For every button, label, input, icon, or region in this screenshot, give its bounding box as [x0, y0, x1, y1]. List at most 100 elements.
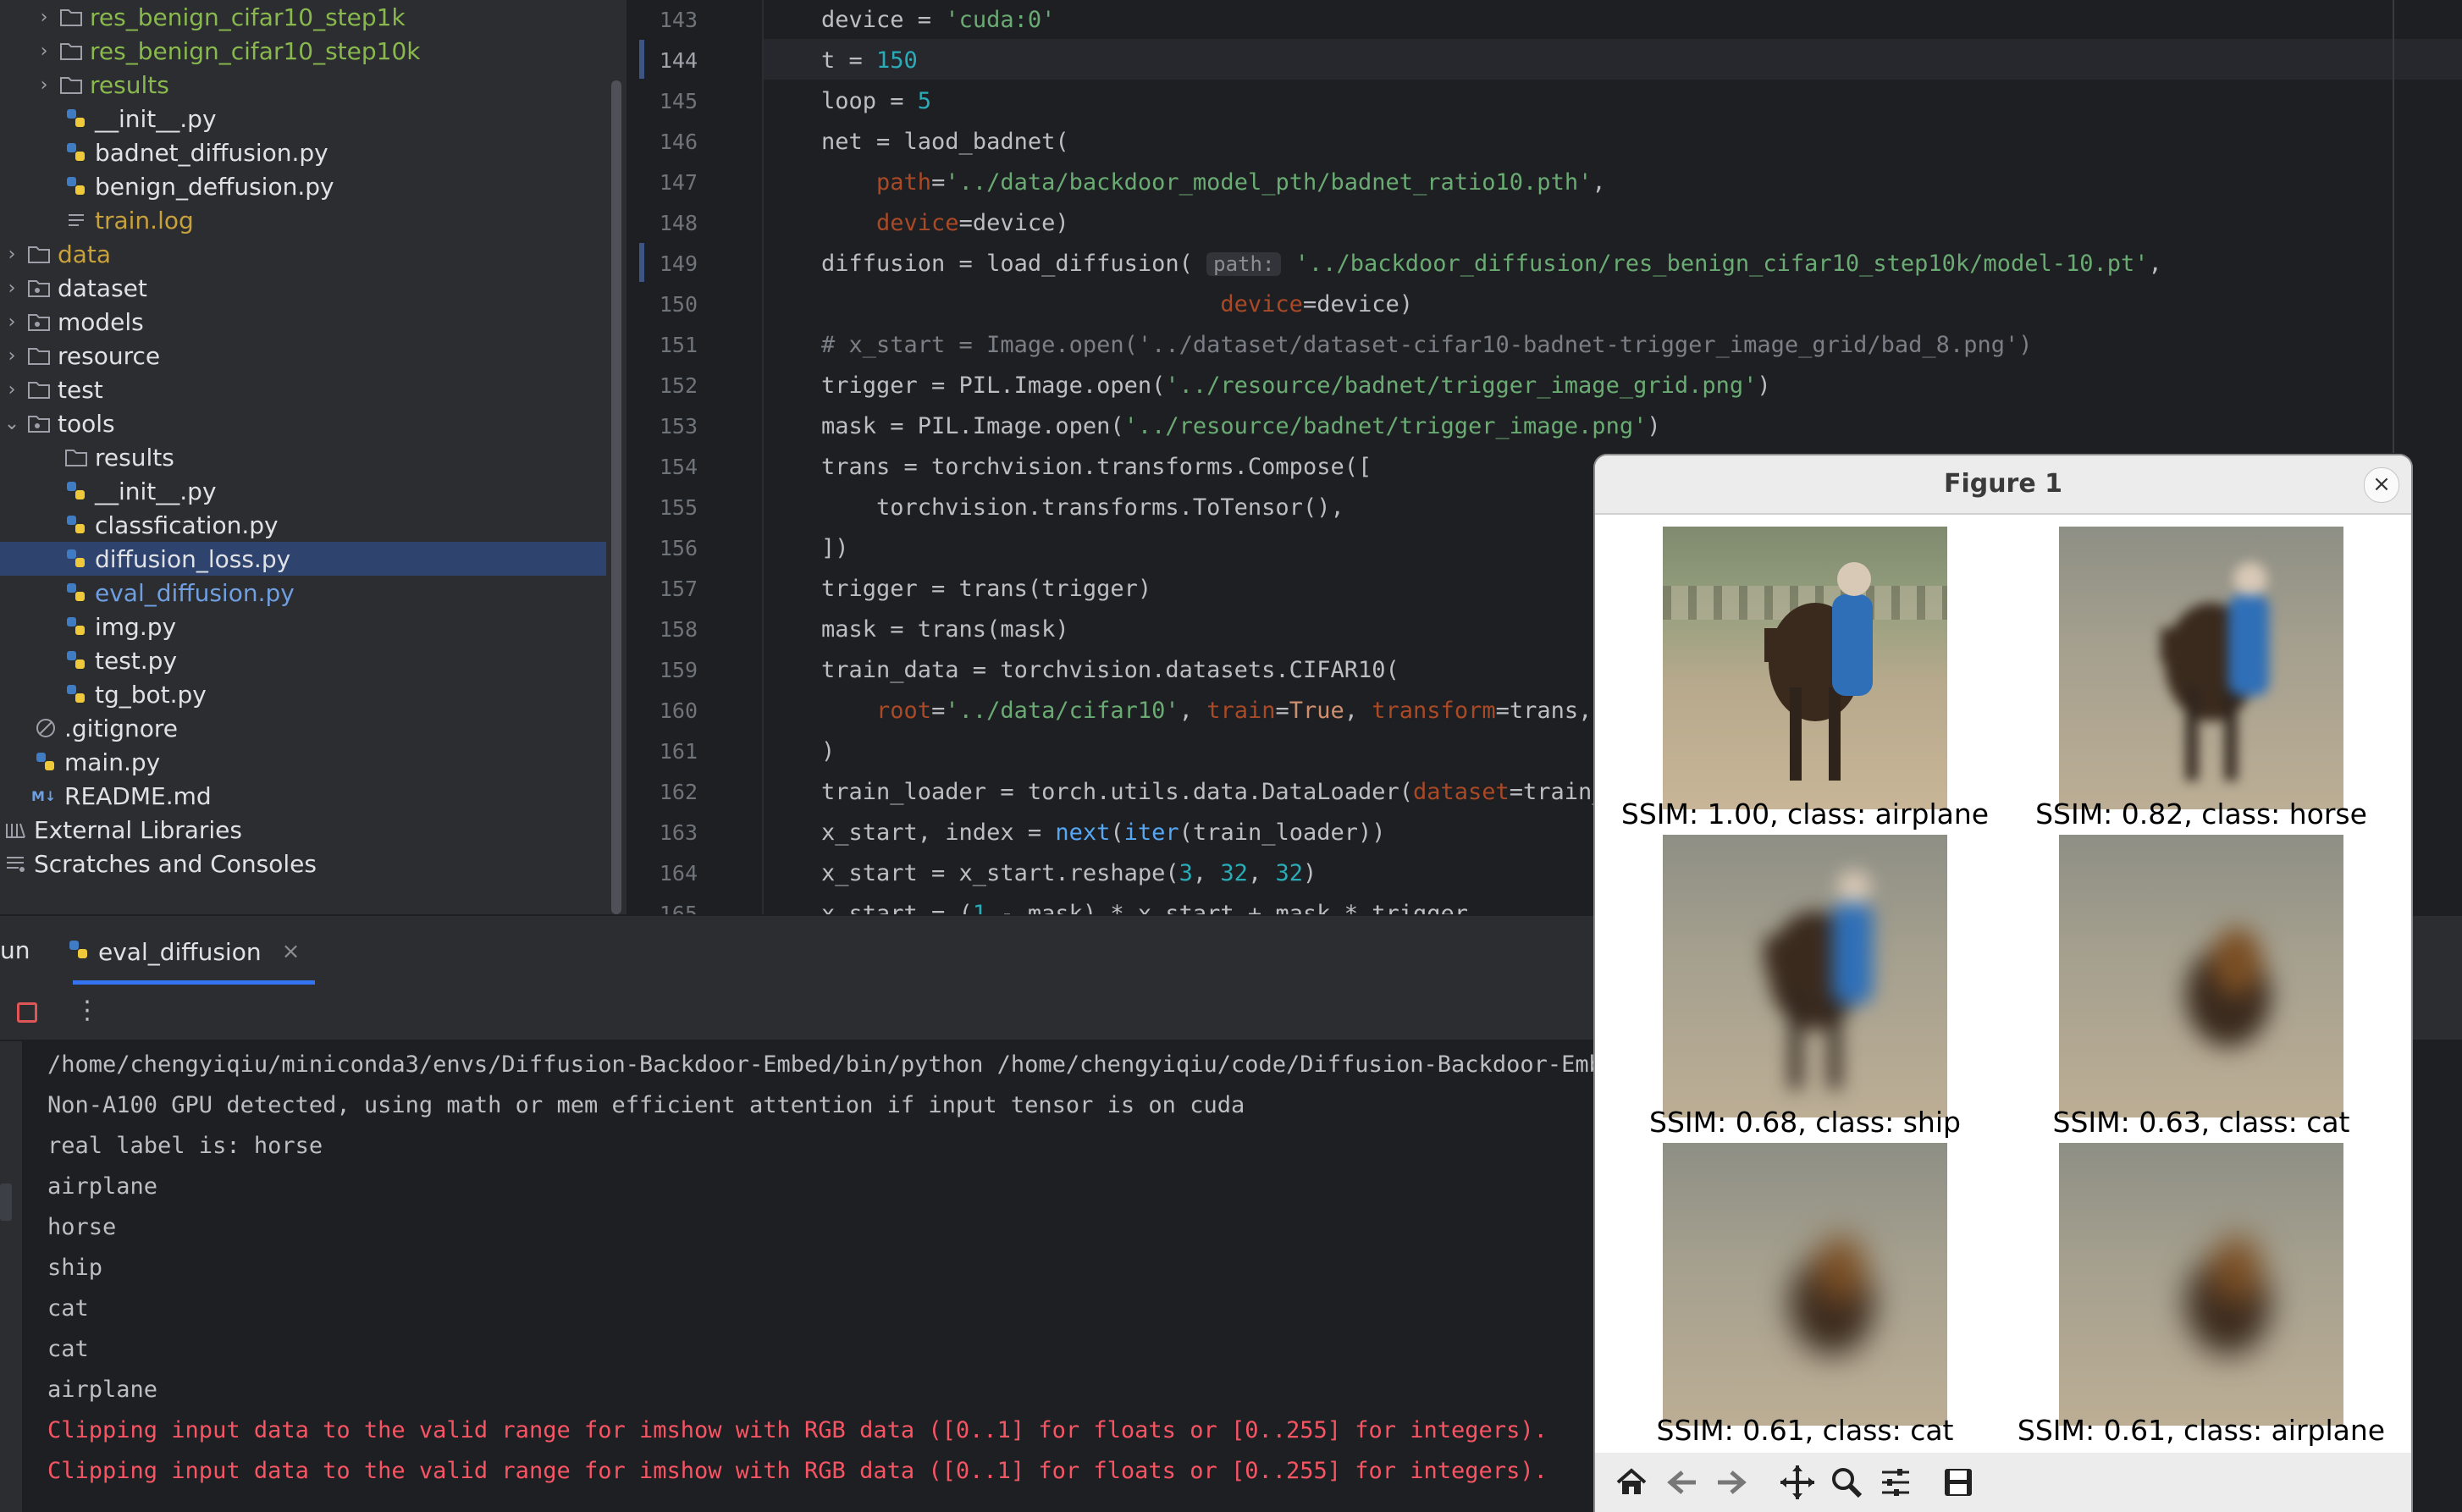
line-number[interactable]: 145: [627, 81, 698, 122]
figure-titlebar[interactable]: Figure 1: [1595, 455, 2411, 515]
forward-icon[interactable]: [1710, 1461, 1753, 1504]
line-number[interactable]: 156: [627, 528, 698, 569]
tree-file-test[interactable]: test.py: [0, 643, 606, 677]
tree-file-diffusion-loss[interactable]: diffusion_loss.py: [0, 542, 606, 576]
tree-item-label: External Libraries: [34, 815, 242, 844]
tree-folder-res-benign-step1k[interactable]: › res_benign_cifar10_step1k: [0, 0, 606, 34]
line-number[interactable]: 155: [627, 488, 698, 528]
code-line[interactable]: root='../data/cifar10', train=True, tran…: [821, 691, 1592, 731]
tree-folder-results[interactable]: › results: [0, 68, 606, 102]
tree-file-badnet-diffusion[interactable]: badnet_diffusion.py: [0, 135, 606, 169]
tree-file-tg-bot[interactable]: tg_bot.py: [0, 677, 606, 711]
line-number[interactable]: 158: [627, 610, 698, 650]
line-number[interactable]: 165: [627, 894, 698, 914]
line-number[interactable]: 143: [627, 0, 698, 41]
line-number[interactable]: 154: [627, 447, 698, 488]
zoom-icon[interactable]: [1825, 1461, 1868, 1504]
close-icon[interactable]: ×: [282, 939, 301, 964]
project-scrollbar[interactable]: [611, 80, 621, 914]
tree-folder-tools[interactable]: ⌄ tools: [0, 406, 606, 440]
line-number[interactable]: 153: [627, 406, 698, 447]
code-line[interactable]: trigger = PIL.Image.open('../resource/ba…: [821, 366, 1771, 406]
code-line[interactable]: loop = 5: [821, 81, 931, 122]
pan-icon[interactable]: [1776, 1461, 1819, 1504]
line-number[interactable]: 150: [627, 284, 698, 325]
code-line[interactable]: train_loader = torch.utils.data.DataLoad…: [821, 772, 1606, 813]
tree-folder-test[interactable]: › test: [0, 372, 606, 406]
chevron-right-icon[interactable]: ›: [0, 278, 24, 299]
tree-scratches[interactable]: Scratches and Consoles: [0, 847, 606, 880]
code-line[interactable]: x_start = (1 - mask) * x_start + mask * …: [821, 894, 1468, 914]
line-number[interactable]: 160: [627, 691, 698, 731]
tree-file-tools-init[interactable]: __init__.py: [0, 474, 606, 508]
tree-file-init[interactable]: __init__.py: [0, 102, 606, 135]
chevron-right-icon[interactable]: ›: [0, 345, 24, 367]
tree-file-train-log[interactable]: train.log: [0, 203, 606, 237]
run-tab-eval-diffusion[interactable]: eval_diffusion ×: [68, 928, 300, 975]
tree-file-eval-diffusion[interactable]: eval_diffusion.py: [0, 576, 606, 610]
tree-folder-resource[interactable]: › resource: [0, 339, 606, 372]
configure-icon[interactable]: [1874, 1461, 1917, 1504]
code-line[interactable]: trans = torchvision.transforms.Compose([: [821, 447, 1372, 488]
code-line[interactable]: mask = trans(mask): [821, 610, 1069, 650]
home-icon[interactable]: [1610, 1461, 1653, 1504]
tree-external-libraries[interactable]: External Libraries: [0, 813, 606, 847]
line-number[interactable]: 157: [627, 569, 698, 610]
close-icon[interactable]: ×: [2364, 467, 2399, 503]
line-number[interactable]: 148: [627, 203, 698, 244]
code-line[interactable]: ): [821, 731, 835, 772]
line-number[interactable]: 163: [627, 813, 698, 853]
tree-file-readme[interactable]: M↓ README.md: [0, 779, 606, 813]
back-icon[interactable]: [1661, 1461, 1703, 1504]
tree-folder-models[interactable]: › models: [0, 305, 606, 339]
line-number[interactable]: 146: [627, 122, 698, 163]
code-line[interactable]: mask = PIL.Image.open('../resource/badne…: [821, 406, 1661, 447]
chevron-right-icon[interactable]: ›: [32, 41, 56, 62]
matplotlib-figure-window[interactable]: Figure 1 × SSIM: 1.00, class: airplane S…: [1595, 455, 2411, 1512]
line-number[interactable]: 147: [627, 163, 698, 203]
code-line[interactable]: t = 150: [821, 41, 918, 81]
code-line[interactable]: x_start = x_start.reshape(3, 32, 32): [821, 853, 1317, 894]
tree-folder-res-benign-step10k[interactable]: › res_benign_cifar10_step10k: [0, 34, 606, 68]
line-number[interactable]: 151: [627, 325, 698, 366]
chevron-right-icon[interactable]: ›: [32, 7, 56, 28]
code-line[interactable]: trigger = trans(trigger): [821, 569, 1151, 610]
chevron-right-icon[interactable]: ›: [0, 312, 24, 333]
folder-icon: [24, 378, 54, 401]
tree-folder-dataset[interactable]: › dataset: [0, 271, 606, 305]
tree-folder-tools-results[interactable]: results: [0, 440, 606, 474]
tree-file-classfication[interactable]: classfication.py: [0, 508, 606, 542]
code-line[interactable]: device = 'cuda:0': [821, 0, 1055, 41]
tree-file-gitignore[interactable]: .gitignore: [0, 711, 606, 745]
tree-file-benign-deffusion[interactable]: benign_deffusion.py: [0, 169, 606, 203]
line-number[interactable]: 164: [627, 853, 698, 894]
line-number[interactable]: 161: [627, 731, 698, 772]
code-line[interactable]: torchvision.transforms.ToTensor(),: [821, 488, 1344, 528]
line-number[interactable]: 152: [627, 366, 698, 406]
line-number[interactable]: 159: [627, 650, 698, 691]
code-line[interactable]: ]): [821, 528, 849, 569]
tree-file-img[interactable]: img.py: [0, 610, 606, 643]
line-number[interactable]: 149: [627, 244, 698, 284]
chevron-down-icon[interactable]: ⌄: [0, 413, 24, 434]
tree-file-main[interactable]: main.py: [0, 745, 606, 779]
save-icon[interactable]: [1937, 1461, 1979, 1504]
tree-item-label: .gitignore: [64, 714, 178, 742]
chevron-right-icon[interactable]: ›: [32, 74, 56, 96]
more-options-icon[interactable]: ⋮: [75, 996, 100, 1025]
code-line[interactable]: path='../data/backdoor_model_pth/badnet_…: [821, 163, 1606, 203]
chevron-right-icon[interactable]: ›: [0, 244, 24, 265]
code-line[interactable]: diffusion = load_diffusion( path: '../ba…: [821, 244, 2162, 284]
code-line[interactable]: net = laod_badnet(: [821, 122, 1069, 163]
line-number-current[interactable]: 144: [627, 41, 698, 81]
line-number[interactable]: 162: [627, 772, 698, 813]
soft-wrap-toggle-icon[interactable]: [0, 1184, 12, 1221]
stop-icon[interactable]: [17, 1002, 37, 1023]
code-line[interactable]: device=device): [821, 284, 1413, 325]
code-line[interactable]: device=device): [821, 203, 1069, 244]
chevron-right-icon[interactable]: ›: [0, 379, 24, 400]
code-line[interactable]: # x_start = Image.open('../dataset/datas…: [821, 325, 2032, 366]
code-line[interactable]: x_start, index = next(iter(train_loader)…: [821, 813, 1386, 853]
tree-folder-data[interactable]: › data: [0, 237, 606, 271]
code-line[interactable]: train_data = torchvision.datasets.CIFAR1…: [821, 650, 1399, 691]
